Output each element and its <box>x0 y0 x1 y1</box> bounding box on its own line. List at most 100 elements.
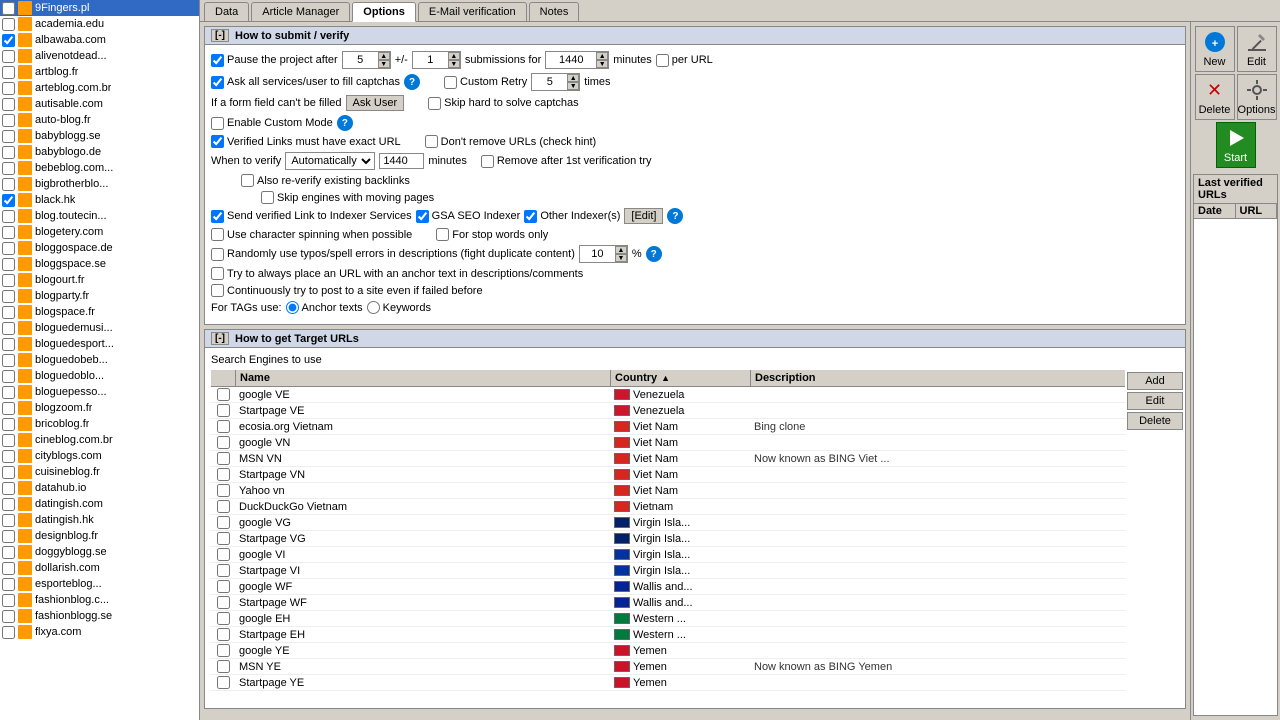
list-item-checkbox[interactable] <box>2 258 15 271</box>
list-item-checkbox[interactable] <box>2 242 15 255</box>
list-item[interactable]: autisable.com <box>0 96 199 112</box>
list-item-checkbox[interactable] <box>2 82 15 95</box>
list-item[interactable]: arteblog.com.br <box>0 80 199 96</box>
engine-checkbox[interactable] <box>217 628 230 641</box>
pause-down[interactable]: ▼ <box>378 60 390 68</box>
list-item-checkbox[interactable] <box>2 562 15 575</box>
list-item[interactable]: cuisineblog.fr <box>0 464 199 480</box>
continuously-checkbox[interactable] <box>211 284 224 297</box>
delete-engine-button[interactable]: Delete <box>1127 412 1183 430</box>
edit-indexers-button[interactable]: [Edit] <box>624 208 663 224</box>
list-item[interactable]: datingish.com <box>0 496 199 512</box>
list-item[interactable]: esporteblog... <box>0 576 199 592</box>
engine-checkbox[interactable] <box>217 388 230 401</box>
list-item-checkbox[interactable] <box>2 178 15 191</box>
gsa-seo-checkbox[interactable] <box>416 210 429 223</box>
list-item-checkbox[interactable] <box>2 482 15 495</box>
table-row[interactable]: Startpage VNViet Nam <box>211 467 1125 483</box>
list-item[interactable]: bebeblog.com... <box>0 160 199 176</box>
list-item[interactable]: bloguedobeb... <box>0 352 199 368</box>
other-indexers-checkbox[interactable] <box>524 210 537 223</box>
typos-spinner[interactable]: ▲ ▼ <box>579 245 628 263</box>
table-row[interactable]: google VIVirgin Isla... <box>211 547 1125 563</box>
collapse-btn-1[interactable]: [-] <box>211 29 229 42</box>
list-item[interactable]: albawaba.com <box>0 32 199 48</box>
list-item-checkbox[interactable] <box>2 98 15 111</box>
list-item-checkbox[interactable] <box>2 50 15 63</box>
list-item[interactable]: blogspace.fr <box>0 304 199 320</box>
subs-up[interactable]: ▲ <box>596 52 608 60</box>
engines-table-body[interactable]: google VEVenezuelaStartpage VEVenezuelae… <box>211 387 1125 708</box>
list-item-checkbox[interactable] <box>2 514 15 527</box>
list-item[interactable]: flxya.com <box>0 624 199 640</box>
keywords-radio[interactable] <box>367 301 380 314</box>
list-item-checkbox[interactable] <box>2 194 15 207</box>
list-item[interactable]: datingish.hk <box>0 512 199 528</box>
engine-checkbox[interactable] <box>217 596 230 609</box>
list-item-checkbox[interactable] <box>2 306 15 319</box>
list-item[interactable]: fashionblogg.se <box>0 608 199 624</box>
list-item-checkbox[interactable] <box>2 370 15 383</box>
list-item[interactable]: bloggspace.se <box>0 256 199 272</box>
help-icon-captcha[interactable]: ? <box>404 74 420 90</box>
options-button[interactable]: Options <box>1237 74 1277 120</box>
list-item[interactable]: bigbrotherblo... <box>0 176 199 192</box>
table-row[interactable]: Startpage EHWestern ... <box>211 627 1125 643</box>
submissions-value-input[interactable] <box>546 53 596 67</box>
list-item[interactable]: babyblogo.de <box>0 144 199 160</box>
tab-article-manager[interactable]: Article Manager <box>251 2 350 21</box>
list-item-checkbox[interactable] <box>2 466 15 479</box>
tab-notes[interactable]: Notes <box>529 2 580 21</box>
list-item[interactable]: 9Fingers.pl <box>0 0 199 16</box>
typos-input[interactable] <box>580 247 615 261</box>
help-icon-typos[interactable]: ? <box>646 246 662 262</box>
engine-checkbox[interactable] <box>217 468 230 481</box>
list-item-checkbox[interactable] <box>2 114 15 127</box>
list-item[interactable]: bloggospace.de <box>0 240 199 256</box>
subs-down[interactable]: ▼ <box>596 60 608 68</box>
engine-checkbox[interactable] <box>217 404 230 417</box>
list-item-checkbox[interactable] <box>2 610 15 623</box>
list-item-checkbox[interactable] <box>2 434 15 447</box>
delete-button[interactable]: ✕ Delete <box>1195 74 1235 120</box>
typos-checkbox[interactable] <box>211 248 224 261</box>
engine-checkbox[interactable] <box>217 532 230 545</box>
help-icon-indexer[interactable]: ? <box>667 208 683 224</box>
anchor-text-checkbox[interactable] <box>211 267 224 280</box>
help-icon-custom[interactable]: ? <box>337 115 353 131</box>
engine-checkbox[interactable] <box>217 580 230 593</box>
list-item[interactable]: dollarish.com <box>0 560 199 576</box>
table-row[interactable]: google WFWallis and... <box>211 579 1125 595</box>
site-list[interactable]: 9Fingers.placademia.edualbawaba.comalive… <box>0 0 199 720</box>
table-row[interactable]: Startpage WFWallis and... <box>211 595 1125 611</box>
list-item-checkbox[interactable] <box>2 386 15 399</box>
edit-button[interactable]: Edit <box>1237 26 1277 72</box>
list-item-checkbox[interactable] <box>2 418 15 431</box>
table-row[interactable]: google EHWestern ... <box>211 611 1125 627</box>
table-row[interactable]: Startpage VGVirgin Isla... <box>211 531 1125 547</box>
anchor-radio[interactable] <box>286 301 299 314</box>
ask-user-button[interactable]: Ask User <box>346 95 405 111</box>
dont-remove-checkbox[interactable] <box>425 135 438 148</box>
tab-options[interactable]: Options <box>352 2 416 22</box>
list-item[interactable]: blogourt.fr <box>0 272 199 288</box>
list-item-checkbox[interactable] <box>2 338 15 351</box>
submissions-spinner[interactable]: ▲ ▼ <box>545 51 609 69</box>
table-row[interactable]: google YEYemen <box>211 643 1125 659</box>
ask-captcha-checkbox[interactable] <box>211 76 224 89</box>
engine-checkbox[interactable] <box>217 644 230 657</box>
list-item[interactable]: bloguedoblo... <box>0 368 199 384</box>
list-item[interactable]: blogetery.com <box>0 224 199 240</box>
list-item[interactable]: cineblog.com.br <box>0 432 199 448</box>
pause-step-input[interactable] <box>413 53 448 67</box>
engine-checkbox[interactable] <box>217 420 230 433</box>
table-row[interactable]: Yahoo vnViet Nam <box>211 483 1125 499</box>
list-item-checkbox[interactable] <box>2 18 15 31</box>
list-item[interactable]: designblog.fr <box>0 528 199 544</box>
list-item-checkbox[interactable] <box>2 146 15 159</box>
when-verify-select[interactable]: Automatically Never Once <box>285 152 375 170</box>
table-row[interactable]: ecosia.org VietnamViet NamBing clone <box>211 419 1125 435</box>
send-verified-checkbox[interactable] <box>211 210 224 223</box>
list-item-checkbox[interactable] <box>2 34 15 47</box>
pause-spinner[interactable]: ▲ ▼ <box>342 51 391 69</box>
